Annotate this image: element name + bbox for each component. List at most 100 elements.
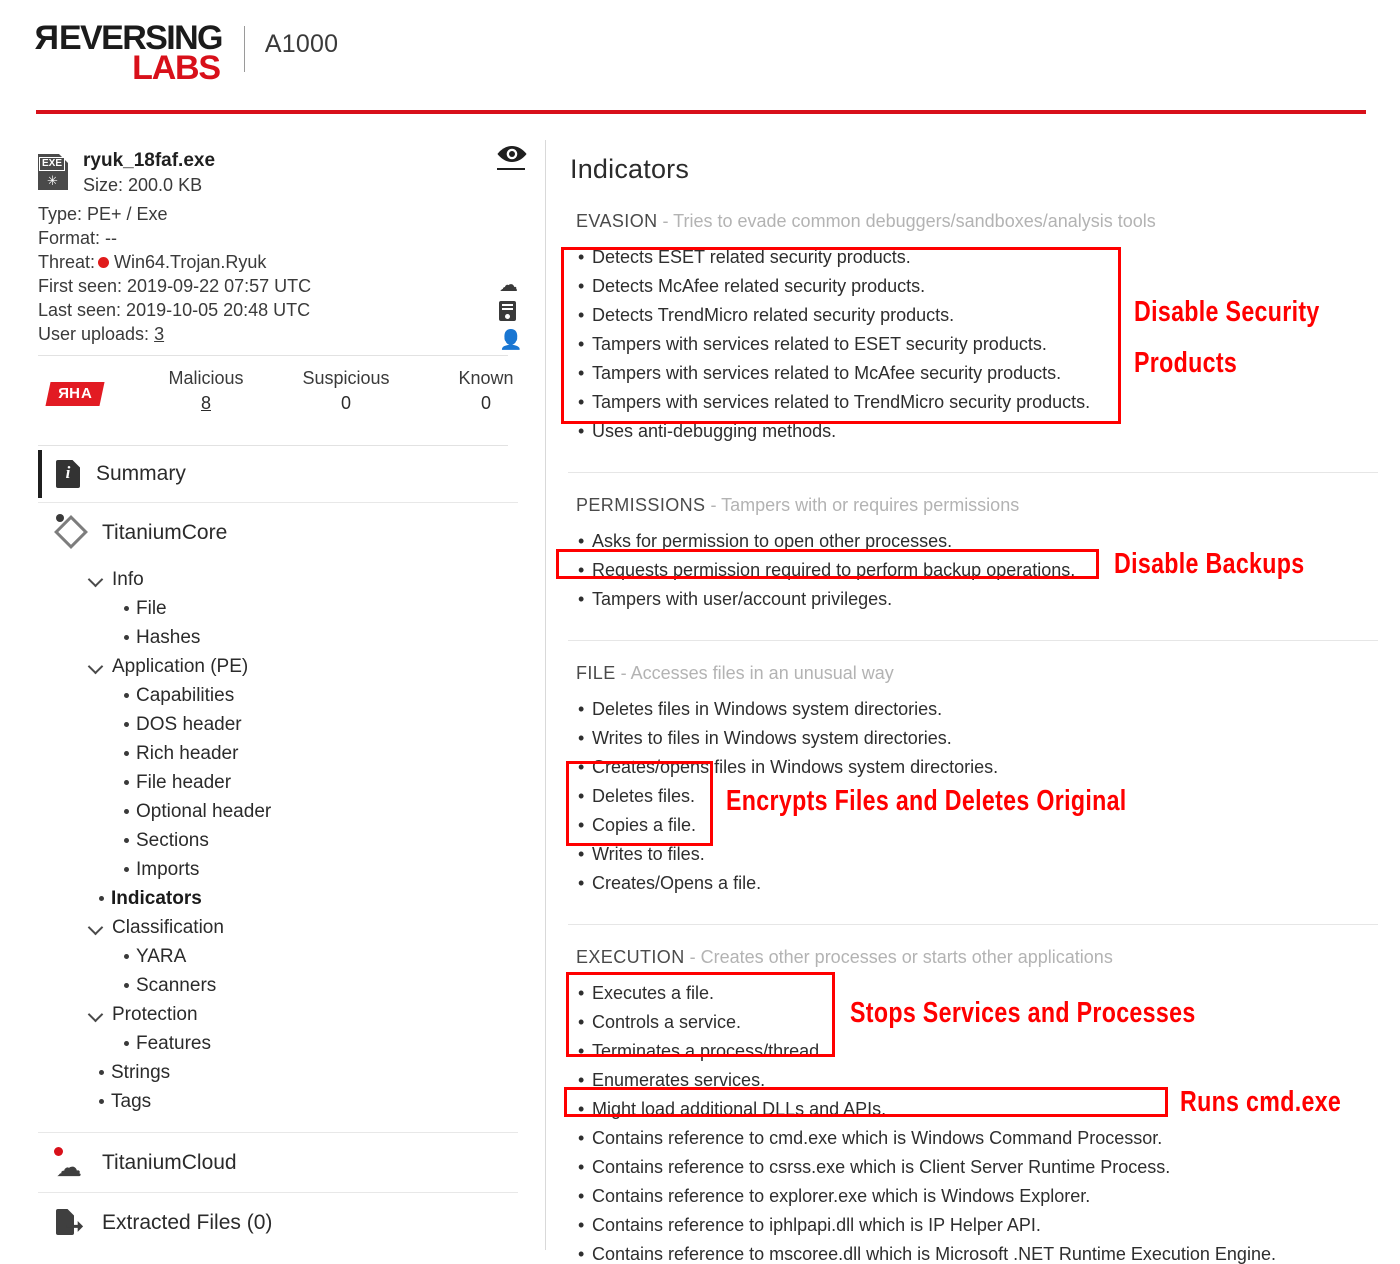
section-name: EXECUTION: [576, 947, 685, 967]
tree-group-classification[interactable]: Classification: [38, 913, 518, 942]
threat-status-dot: [98, 256, 110, 268]
tree-item-label: Strings: [111, 1061, 171, 1083]
section-name: PERMISSIONS: [576, 495, 706, 515]
extracted-files-icon: ➞: [52, 1207, 92, 1239]
tree-item-label: YARA: [136, 945, 187, 967]
indicator-item: Terminates a process/thread.: [568, 1037, 1400, 1066]
tree-item-scanners[interactable]: Scanners: [38, 971, 518, 1000]
file-metadata-list: Type: PE+ / Exe Format: -- Threat: Win64.…: [38, 202, 508, 346]
bullet-icon: [124, 635, 129, 640]
file-last-seen: Last seen: 2019-10-05 20:48 UTC: [38, 300, 311, 320]
tree-item-features[interactable]: Features: [38, 1029, 518, 1058]
sidebar-item-titaniumcore-label: TitaniumCore: [102, 521, 228, 544]
tree-group-application-pe[interactable]: Application (PE): [38, 652, 518, 681]
bullet-icon: [124, 751, 129, 756]
file-type: Type: PE+ / Exe: [38, 204, 168, 224]
tree-item-hashes[interactable]: Hashes: [38, 623, 518, 652]
server-icon[interactable]: [499, 301, 516, 321]
stat-malicious: Malicious 8: [126, 368, 286, 414]
navigation-tree: Info File Hashes Application (PE) Capabiliti…: [38, 565, 518, 1116]
tree-item-optional-header[interactable]: Optional header: [38, 797, 518, 826]
tree-item-file[interactable]: File: [38, 594, 518, 623]
bullet-icon: [124, 606, 129, 611]
threat-label: Threat:: [38, 252, 96, 272]
product-name: A1000: [264, 30, 339, 58]
stat-known-value: 0: [480, 393, 491, 413]
annotation-label-disable-security: Disable Security Products: [1134, 296, 1320, 379]
stat-malicious-value[interactable]: 8: [126, 393, 286, 414]
bullet-icon: [124, 809, 129, 814]
indicator-item: Uses anti-debugging methods.: [568, 417, 1400, 446]
section-heading: EVASION - Tries to evade common debugger…: [576, 211, 1400, 232]
stat-known: Known 0: [406, 368, 566, 414]
sidebar-navigation: i Summary TitaniumCore Info File Hashes App…: [38, 445, 518, 1252]
annotation-label-runs-cmd: Runs cmd.exe: [1180, 1086, 1342, 1118]
sidebar-item-extracted-files-label: Extracted Files (0): [102, 1210, 273, 1234]
section-description: - Tampers with or requires permissions: [705, 495, 1020, 515]
indicator-item: Contains reference to explorer.exe which…: [568, 1182, 1400, 1211]
bullet-icon: [124, 780, 129, 785]
cloud-icon[interactable]: ☁: [499, 274, 518, 297]
bullet-icon: [124, 722, 129, 727]
indicator-item: Contains reference to csrss.exe which is…: [568, 1153, 1400, 1182]
user-icon[interactable]: 👤: [499, 328, 523, 352]
bullet-icon: [99, 1070, 104, 1075]
tree-item-label: File: [136, 597, 167, 619]
tree-item-label: Features: [136, 1032, 211, 1054]
indicator-item: Contains reference to cmd.exe which is W…: [568, 1124, 1400, 1153]
section-divider: [568, 640, 1378, 641]
logo-labs-text: LABS: [132, 48, 221, 87]
chevron-down-icon: [90, 661, 103, 669]
sidebar-item-summary[interactable]: i Summary: [38, 445, 518, 503]
bullet-icon: [99, 896, 104, 901]
indicator-item: Tampers with services related to TrendMi…: [568, 388, 1400, 417]
tree-group-info[interactable]: Info: [38, 565, 518, 594]
tree-item-rich-header[interactable]: Rich header: [38, 739, 518, 768]
tree-item-strings[interactable]: Strings: [38, 1058, 518, 1087]
sidebar-item-extracted-files[interactable]: ➞ Extracted Files (0): [38, 1192, 518, 1252]
section-description: - Accesses files in an unusual way: [615, 663, 894, 683]
tree-item-label: DOS header: [136, 713, 242, 735]
sidebar: EXE ✳ ryuk_18faf.exe Size: 200.0 KB Type…: [0, 140, 545, 1250]
tree-group-protection[interactable]: Protection: [38, 1000, 518, 1029]
tree-item-label: Capabilities: [136, 684, 235, 706]
tree-item-tags[interactable]: Tags: [38, 1087, 518, 1116]
indicator-item: Writes to files in Windows system direct…: [568, 724, 1400, 753]
stat-suspicious: Suspicious 0: [266, 368, 426, 414]
sidebar-item-titaniumcloud[interactable]: ☁ TitaniumCloud: [38, 1132, 518, 1192]
stat-suspicious-label: Suspicious: [302, 368, 390, 388]
bullet-icon: [124, 867, 129, 872]
exe-file-icon: EXE ✳: [38, 154, 72, 190]
section-divider: [568, 472, 1378, 473]
section-name: FILE: [576, 663, 616, 683]
tree-item-file-header[interactable]: File header: [38, 768, 518, 797]
stat-suspicious-value: 0: [340, 393, 351, 413]
section-heading: EXECUTION - Creates other processes or s…: [576, 947, 1400, 968]
tree-item-sections[interactable]: Sections: [38, 826, 518, 855]
tree-item-yara[interactable]: YARA: [38, 942, 518, 971]
sidebar-item-summary-label: Summary: [96, 461, 186, 485]
page-title: Indicators: [570, 154, 690, 184]
threat-value: Win64.Trojan.Ryuk: [114, 252, 267, 272]
annotation-label-stops-services: Stops Services and Processes: [850, 997, 1196, 1029]
tree-item-dos-header[interactable]: DOS header: [38, 710, 518, 739]
tree-item-label: Indicators: [111, 887, 202, 909]
tree-group-label: Info: [112, 568, 144, 590]
app-header: REVERSING LABS A1000: [0, 0, 1400, 115]
tree-item-imports[interactable]: Imports: [38, 855, 518, 884]
user-uploads-value[interactable]: 3: [154, 324, 164, 344]
tree-item-capabilities[interactable]: Capabilities: [38, 681, 518, 710]
reversinglabs-logo[interactable]: REVERSING LABS A1000: [36, 19, 339, 87]
tree-item-indicators[interactable]: Indicators: [38, 884, 518, 913]
stat-malicious-label: Malicious: [168, 368, 244, 388]
exe-icon-label: EXE: [39, 157, 66, 171]
section-heading: PERMISSIONS - Tampers with or requires p…: [576, 495, 1400, 516]
tree-item-label: Tags: [111, 1090, 152, 1112]
sidebar-item-titaniumcore[interactable]: TitaniumCore: [38, 503, 518, 563]
tree-item-label: Imports: [136, 858, 200, 880]
indicator-item: Detects ESET related security products.: [568, 243, 1400, 272]
file-name: ryuk_18faf.exe: [83, 150, 216, 171]
indicator-section-file: FILE - Accesses files in an unusual way D…: [568, 640, 1400, 898]
eye-icon[interactable]: [495, 144, 529, 171]
sidebar-item-titaniumcloud-label: TitaniumCloud: [102, 1150, 237, 1174]
